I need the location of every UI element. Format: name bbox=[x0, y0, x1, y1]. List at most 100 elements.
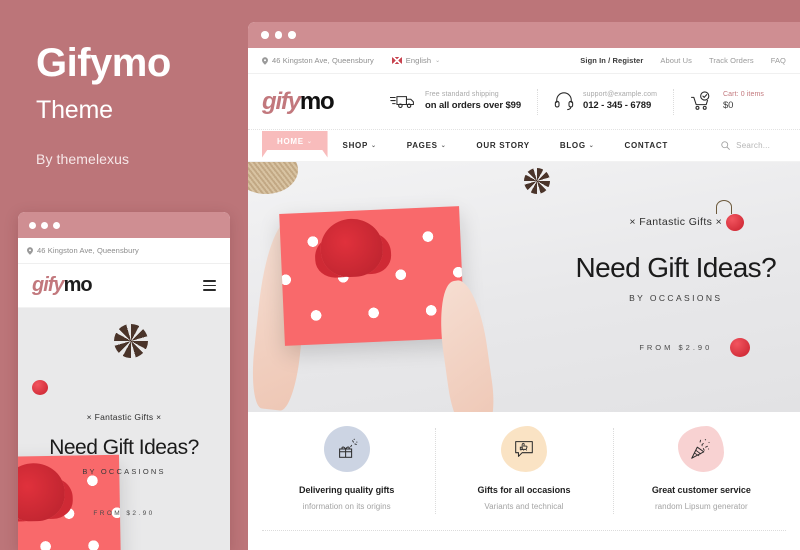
about-us-link[interactable]: About Us bbox=[660, 56, 692, 65]
header-shipping-info: Free standard shipping on all orders ove… bbox=[390, 90, 521, 113]
language-selector[interactable]: English ⌄ bbox=[391, 56, 440, 65]
cart-count-text: Cart: 0 items bbox=[723, 91, 764, 99]
promo-author: By themelexus bbox=[36, 151, 130, 167]
search-input[interactable]: Search... bbox=[736, 141, 770, 150]
uk-flag-icon bbox=[391, 57, 402, 64]
nav-item-pages[interactable]: PAGES ⌄ bbox=[392, 135, 462, 156]
window-dot-minimize[interactable] bbox=[41, 221, 48, 229]
hero-banner: × Fantastic Gifts × Need Gift Ideas? BY … bbox=[248, 162, 800, 412]
mobile-hero-eyebrow: × Fantastic Gifts × bbox=[86, 412, 162, 422]
feature-title: Gifts for all occasions bbox=[477, 485, 571, 495]
nav-items: HOME ⌄ SHOP ⌄ PAGES ⌄ OUR STORY BLOG ⌄ C… bbox=[262, 130, 721, 158]
window-dot-close[interactable] bbox=[261, 31, 269, 39]
feature-item-customer-service: Great customer service random Lipsum gen… bbox=[612, 426, 790, 524]
mobile-logo-part2: mo bbox=[63, 274, 93, 296]
mobile-site-logo[interactable]: gifymo bbox=[32, 274, 93, 297]
hero-price: FROM $2.90 bbox=[639, 343, 713, 352]
chevron-down-icon: ⌄ bbox=[440, 143, 447, 149]
nav-item-our-story[interactable]: OUR STORY bbox=[461, 135, 544, 156]
feature-item-quality-gifts: Delivering quality gifts information on … bbox=[258, 426, 435, 524]
feature-icon-wrap bbox=[323, 426, 370, 472]
site-top-bar: 46 Kingston Ave, Queensbury English ⌄ Si… bbox=[248, 48, 800, 74]
support-email: support@example.com bbox=[583, 91, 657, 99]
browser-window: 46 Kingston Ave, Queensbury English ⌄ Si… bbox=[248, 22, 800, 550]
berry-decoration bbox=[32, 380, 48, 395]
feature-description: information on its origins bbox=[302, 502, 391, 511]
chevron-down-icon: ⌄ bbox=[588, 143, 595, 149]
nav-label-contact: CONTACT bbox=[624, 141, 668, 150]
feature-description: Variants and technical bbox=[484, 502, 564, 511]
mobile-hero-price: FROM $2.90 bbox=[93, 510, 155, 517]
header-divider-2 bbox=[673, 88, 674, 115]
window-dot-close[interactable] bbox=[29, 221, 36, 229]
promo-title: Gifymo bbox=[36, 41, 171, 85]
shipping-line2: on all orders over $99 bbox=[425, 99, 522, 111]
main-navigation: HOME ⌄ SHOP ⌄ PAGES ⌄ OUR STORY BLOG ⌄ C… bbox=[248, 130, 800, 162]
mobile-hero-copy: × Fantastic Gifts × Need Gift Ideas? BY … bbox=[18, 412, 230, 517]
mobile-store-address: 46 Kingston Ave, Queensbury bbox=[37, 246, 139, 255]
cart-total-text: $0 bbox=[723, 99, 734, 111]
mobile-logo-part1: gify bbox=[32, 274, 65, 296]
site-logo[interactable]: gifymo bbox=[262, 88, 390, 116]
shipping-line1: Free standard shipping bbox=[425, 91, 499, 99]
hand-right-decoration bbox=[433, 277, 499, 412]
feature-title: Great customer service bbox=[651, 485, 751, 495]
support-phone: 012 - 345 - 6789 bbox=[583, 99, 652, 111]
browser-titlebar bbox=[248, 22, 800, 48]
mobile-titlebar bbox=[18, 212, 230, 238]
store-address: 46 Kingston Ave, Queensbury bbox=[262, 56, 374, 65]
headset-icon bbox=[554, 92, 574, 111]
sign-in-register-link[interactable]: Sign In / Register bbox=[580, 56, 643, 65]
star-anise-decoration bbox=[524, 168, 550, 194]
twine-decoration bbox=[248, 162, 298, 194]
mobile-top-bar: 46 Kingston Ave, Queensbury bbox=[18, 238, 230, 264]
nav-item-home[interactable]: HOME ⌄ bbox=[262, 130, 328, 158]
window-dot-minimize[interactable] bbox=[274, 31, 282, 39]
hero-subtitle: BY OCCASIONS bbox=[629, 293, 723, 303]
search-icon bbox=[721, 141, 730, 150]
chevron-down-icon: ⌄ bbox=[306, 138, 313, 145]
store-address-text: 46 Kingston Ave, Queensbury bbox=[272, 56, 374, 65]
feature-icon-wrap bbox=[678, 426, 725, 472]
map-pin-icon bbox=[27, 246, 33, 255]
logo-text-part1: gify bbox=[262, 87, 301, 115]
promo-subtitle: Theme bbox=[36, 96, 113, 124]
shopping-cart-icon bbox=[691, 91, 710, 111]
mobile-hero-subtitle: BY OCCASIONS bbox=[82, 467, 166, 476]
logo-text-part2: mo bbox=[299, 87, 335, 115]
header-feature-group: Free standard shipping on all orders ove… bbox=[390, 88, 786, 115]
nav-label-blog: BLOG bbox=[559, 141, 586, 150]
footer-divider bbox=[262, 530, 786, 531]
header-support-info: support@example.com 012 - 345 - 6789 bbox=[554, 90, 657, 113]
nav-label-shop: SHOP bbox=[342, 141, 369, 150]
track-orders-link[interactable]: Track Orders bbox=[709, 56, 754, 65]
mobile-hero-banner: × Fantastic Gifts × Need Gift Ideas? BY … bbox=[18, 308, 230, 550]
search-box[interactable]: Search... bbox=[721, 141, 786, 150]
feature-description: random Lipsum generator bbox=[654, 502, 748, 511]
language-label: English bbox=[405, 56, 432, 65]
truck-icon bbox=[390, 96, 414, 109]
feature-title: Delivering quality gifts bbox=[299, 485, 395, 495]
hero-copy: × Fantastic Gifts × Need Gift Ideas? BY … bbox=[552, 162, 800, 412]
hero-title: Need Gift Ideas? bbox=[575, 252, 777, 283]
window-dot-maximize[interactable] bbox=[288, 31, 296, 39]
hero-eyebrow: × Fantastic Gifts × bbox=[629, 216, 723, 228]
header-cart[interactable]: Cart: 0 items $0 bbox=[690, 90, 764, 113]
nav-item-shop[interactable]: SHOP ⌄ bbox=[328, 135, 392, 156]
site-header: gifymo Free standard shipping on all ord… bbox=[248, 74, 800, 130]
top-bar-links: Sign In / Register About Us Track Orders… bbox=[580, 56, 786, 65]
star-anise-decoration bbox=[114, 324, 148, 358]
hamburger-menu-icon[interactable] bbox=[203, 280, 216, 291]
nav-item-blog[interactable]: BLOG ⌄ bbox=[545, 135, 610, 156]
window-dot-maximize[interactable] bbox=[53, 221, 60, 229]
map-pin-icon bbox=[262, 56, 268, 65]
top-bar-left-group: 46 Kingston Ave, Queensbury English ⌄ bbox=[262, 56, 440, 65]
nav-label-pages: PAGES bbox=[406, 141, 438, 150]
feature-item-all-occasions: Gifts for all occasions Variants and tec… bbox=[435, 426, 612, 524]
faq-link[interactable]: FAQ bbox=[771, 56, 786, 65]
feature-icon-wrap bbox=[500, 426, 547, 472]
nav-item-contact[interactable]: CONTACT bbox=[610, 135, 683, 156]
chevron-down-icon: ⌄ bbox=[371, 143, 377, 149]
header-divider bbox=[537, 88, 539, 115]
nav-label-home: HOME bbox=[277, 136, 304, 146]
